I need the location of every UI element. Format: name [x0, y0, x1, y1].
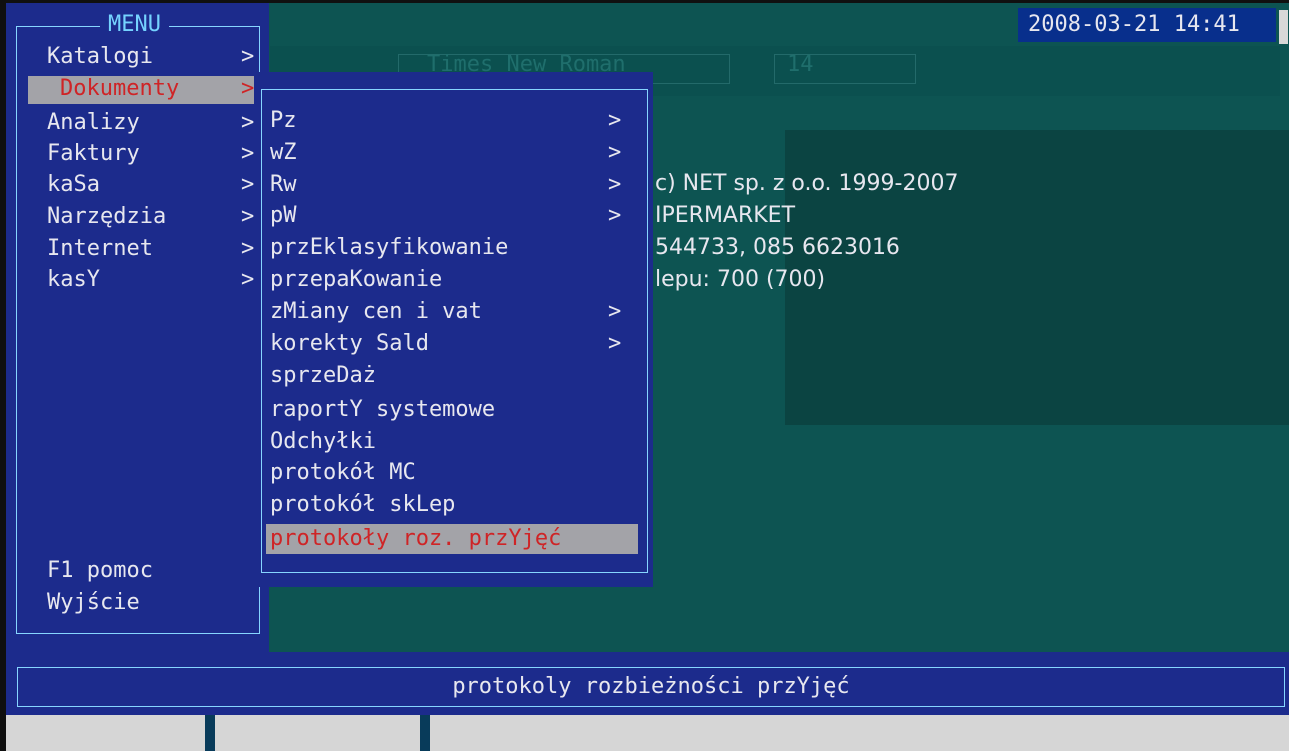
chevron-right-icon: >: [241, 236, 255, 261]
info-phone: 544733, 085 6623016: [655, 235, 900, 260]
menu-title: MENU: [100, 12, 169, 38]
chevron-right-icon: >: [241, 141, 255, 166]
submenu-item-pz[interactable]: Pz: [270, 106, 297, 136]
submenu-item-wz[interactable]: wZ: [270, 138, 297, 168]
submenu-item-korekty-sald[interactable]: korekty Sald: [270, 329, 429, 359]
submenu-item-odchylki[interactable]: Odchyłki: [270, 427, 376, 457]
chevron-right-icon: >: [608, 108, 622, 133]
status-text: protokoly rozbieżności przYjęć: [17, 667, 1285, 707]
scrollbar-stub[interactable]: [1279, 10, 1288, 44]
menu-item-kasa[interactable]: kaSa: [47, 170, 100, 200]
background-font-size: 14: [787, 52, 814, 77]
submenu-item-raporty-systemowe[interactable]: raportY systemowe: [270, 395, 495, 425]
bottom-taskbar: [6, 715, 1289, 751]
info-copyright: c) NET sp. z o.o. 1999-2007: [655, 171, 959, 196]
chevron-right-icon: >: [608, 203, 622, 228]
chevron-right-icon: >: [608, 172, 622, 197]
taskbar-divider: [420, 715, 430, 751]
chevron-right-icon: >: [241, 110, 255, 135]
info-store-number: lepu: 700 (700): [655, 267, 826, 292]
chevron-right-icon: >: [608, 299, 622, 324]
submenu-item-przeklasyfikowanie[interactable]: przEklasyfikowanie: [270, 233, 508, 263]
menu-item-kasy[interactable]: kasY: [47, 265, 100, 295]
menu-item-analizy[interactable]: Analizy: [47, 108, 140, 138]
menu-item-internet[interactable]: Internet: [47, 234, 153, 264]
menu-item-narzedzia[interactable]: Narzędzia: [47, 202, 166, 232]
chevron-right-icon: >: [608, 140, 622, 165]
submenu-item-protokol-sklep[interactable]: protokół skLep: [270, 490, 455, 520]
submenu-item-pw[interactable]: pW: [270, 201, 297, 231]
chevron-right-icon: >: [241, 204, 255, 229]
chevron-right-icon: >: [608, 331, 622, 356]
submenu-item-protokoly-roz-przyjec[interactable]: protokoły roz. przYjęć: [270, 524, 561, 554]
submenu-item-rw[interactable]: Rw: [270, 170, 297, 200]
submenu-item-przepakowanie[interactable]: przepaKowanie: [270, 265, 442, 295]
chevron-right-icon: >: [241, 44, 255, 69]
datetime-display: 2008-03-21 14:41: [1018, 8, 1276, 42]
chevron-right-icon: >: [241, 267, 255, 292]
menu-item-katalogi[interactable]: Katalogi: [47, 42, 153, 72]
background-size-box: 14: [774, 52, 916, 84]
menu-item-help[interactable]: F1 pomoc: [47, 556, 153, 586]
submenu-item-zmiany-cen-i-vat[interactable]: zMiany cen i vat: [270, 297, 482, 327]
chevron-right-icon: >: [241, 76, 255, 101]
submenu-item-sprzedaz[interactable]: sprzeDaż: [270, 361, 376, 391]
chevron-right-icon: >: [241, 172, 255, 197]
menu-item-dokumenty[interactable]: Dokumenty: [60, 74, 179, 104]
taskbar-divider: [205, 715, 215, 751]
menu-item-exit[interactable]: Wyjście: [47, 588, 140, 618]
submenu-item-protokol-mc[interactable]: protokół MC: [270, 458, 416, 488]
menu-item-faktury[interactable]: Faktury: [47, 139, 140, 169]
info-store-name: IPERMARKET: [655, 203, 796, 228]
